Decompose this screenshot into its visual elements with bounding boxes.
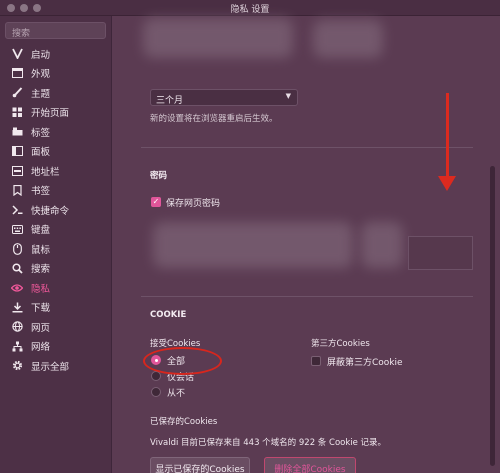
- sidebar-item-startup[interactable]: 启动: [0, 44, 112, 64]
- block-third-party-checkbox[interactable]: [311, 356, 321, 366]
- third-party-cookies-title: 第三方Cookies: [311, 339, 370, 349]
- vivaldi-logo-icon: [11, 48, 23, 60]
- show-saved-cookies-button[interactable]: 显示已保存的Cookies: [150, 457, 250, 473]
- sidebar-item-label: 下载: [31, 303, 51, 315]
- password-list-box[interactable]: [408, 236, 473, 270]
- sidebar-item-panels[interactable]: 面板: [0, 142, 112, 162]
- sidebar-item-label: 隐私: [31, 283, 51, 295]
- sidebar-item-search[interactable]: 搜索: [0, 259, 112, 279]
- sidebar-item-mouse[interactable]: 鼠标: [0, 239, 112, 259]
- window-icon: [11, 67, 23, 79]
- sidebar-item-downloads[interactable]: 下载: [0, 298, 112, 318]
- blurred-region: [361, 222, 403, 268]
- saved-cookies-title: 已保存的Cookies: [150, 417, 218, 427]
- sidebar-item-label: 地址栏: [31, 166, 60, 178]
- divider: [141, 147, 473, 148]
- tabs-icon: [11, 126, 23, 138]
- sidebar-item-privacy[interactable]: 隐私: [0, 278, 112, 298]
- sidebar-item-themes[interactable]: 主题: [0, 83, 112, 103]
- mouse-icon: [11, 242, 23, 255]
- sidebar-item-label: 启动: [31, 49, 51, 61]
- sidebar-item-label: 快捷命令: [31, 205, 70, 217]
- window-title: 隐私 设置: [230, 5, 270, 15]
- sidebar-item-label: 网络: [31, 342, 51, 354]
- scrollbar[interactable]: [490, 166, 495, 466]
- sidebar-item-label: 外观: [31, 69, 51, 81]
- sidebar-item-label: 面板: [31, 147, 51, 159]
- blurred-region: [143, 18, 293, 58]
- select-value: 三个月: [156, 96, 184, 106]
- bookmark-icon: [11, 184, 23, 196]
- sidebar-item-address-bar[interactable]: 地址栏: [0, 161, 112, 181]
- search-icon: [11, 262, 23, 274]
- sidebar-item-start-page[interactable]: 开始页面: [0, 103, 112, 123]
- restart-note: 新的设置将在浏览器重启后生效。: [150, 114, 278, 124]
- sidebar-item-show-all[interactable]: 显示全部: [0, 356, 112, 376]
- settings-sidebar: 搜索 启动 外观 主题 开始页面 标签 面板 地址栏 书签 快捷命令 键盘 鼠标…: [0, 16, 112, 473]
- sidebar-nav: 启动 外观 主题 开始页面 标签 面板 地址栏 书签 快捷命令 键盘 鼠标 搜索…: [0, 44, 112, 376]
- sidebar-item-label: 主题: [31, 88, 51, 100]
- sidebar-item-label: 键盘: [31, 225, 51, 237]
- cookie-section-title: COOKIE: [150, 310, 187, 320]
- grid-icon: [11, 106, 23, 118]
- blurred-region: [313, 20, 383, 58]
- sidebar-item-keyboard[interactable]: 键盘: [0, 220, 112, 240]
- password-section-title: 密码: [150, 171, 168, 181]
- panel-icon: [11, 145, 23, 157]
- title-bar: 隐私 设置: [0, 0, 500, 16]
- red-annotation-arrow-icon: [438, 176, 456, 191]
- sidebar-item-webpages[interactable]: 网页: [0, 317, 112, 337]
- save-password-checkbox[interactable]: ✓: [151, 197, 161, 207]
- delete-all-cookies-button[interactable]: 删除全部Cookies: [264, 457, 356, 473]
- brush-icon: [11, 87, 23, 99]
- network-icon: [11, 340, 23, 352]
- keyboard-icon: [11, 223, 23, 235]
- sidebar-item-label: 标签: [31, 127, 51, 139]
- save-password-label: 保存网页密码: [166, 199, 221, 209]
- sidebar-item-label: 搜索: [31, 264, 51, 276]
- never-label: 从不: [167, 389, 186, 399]
- sidebar-item-bookmarks[interactable]: 书签: [0, 181, 112, 201]
- gear-icon: [11, 360, 23, 372]
- command-icon: [11, 204, 23, 216]
- sidebar-item-quick-commands[interactable]: 快捷命令: [0, 200, 112, 220]
- red-annotation-ellipse: [143, 347, 222, 375]
- divider: [141, 296, 473, 297]
- sidebar-item-tabs[interactable]: 标签: [0, 122, 112, 142]
- download-icon: [11, 301, 23, 313]
- sidebar-item-label: 鼠标: [31, 244, 51, 256]
- never-radio[interactable]: [151, 387, 161, 397]
- eye-icon: [11, 282, 23, 294]
- blurred-region: [153, 222, 353, 268]
- sidebar-item-label: 显示全部: [31, 361, 70, 373]
- search-input[interactable]: 搜索: [5, 22, 106, 39]
- settings-content: 三个月 ▼ 新的设置将在浏览器重启后生效。 密码 ✓ 保存网页密码 COOKIE…: [113, 16, 500, 473]
- history-duration-select[interactable]: 三个月 ▼: [150, 89, 298, 106]
- sidebar-item-label: 开始页面: [31, 108, 70, 120]
- address-bar-icon: [11, 165, 23, 177]
- red-annotation-arrow-shaft: [446, 93, 449, 183]
- sidebar-item-label: 书签: [31, 186, 51, 198]
- chevron-down-icon: ▼: [285, 92, 291, 100]
- saved-cookies-info: Vivaldi 目前已保存来自 443 个域名的 922 条 Cookie 记录…: [150, 438, 387, 448]
- sidebar-item-network[interactable]: 网络: [0, 337, 112, 357]
- sidebar-item-label: 网页: [31, 322, 51, 334]
- block-third-party-label: 屏蔽第三方Cookie: [327, 358, 403, 368]
- globe-icon: [11, 321, 23, 333]
- sidebar-item-appearance[interactable]: 外观: [0, 64, 112, 84]
- settings-window: 隐私 设置 搜索 启动 外观 主题 开始页面 标签 面板 地址栏 书签 快捷命令…: [0, 0, 500, 473]
